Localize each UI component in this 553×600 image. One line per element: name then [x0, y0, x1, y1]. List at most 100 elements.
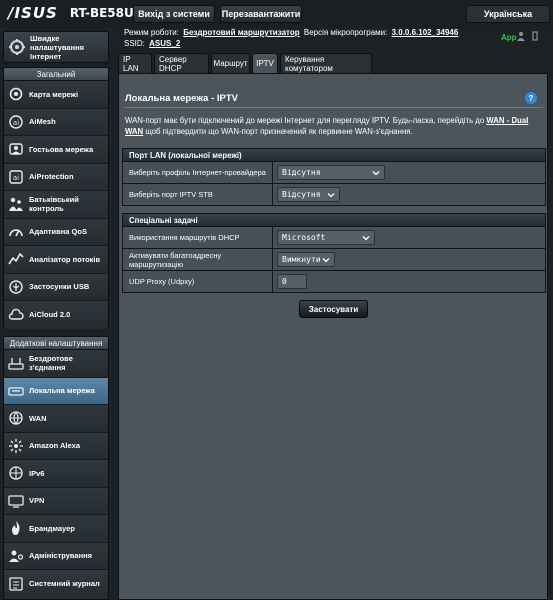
quick-setup-icon: [9, 39, 25, 55]
guest-network-icon: [9, 143, 23, 155]
operation-mode-link[interactable]: Бездротовий маршрутизатор: [183, 28, 299, 37]
sidebar-item-label: Amazon Alexa: [29, 441, 80, 451]
firmware-label: Версія мікропрограми:: [303, 28, 388, 37]
general-menu: Карта мережі ai AiMesh Гостьова мережа a…: [3, 80, 109, 329]
title-divider: [125, 107, 543, 108]
sidebar-item-system-log[interactable]: Системний журнал: [4, 570, 108, 598]
chevron-down-icon: [372, 171, 380, 176]
asus-logo[interactable]: /ISUS RT-BE58U: [8, 4, 134, 22]
general-section-header: Загальний: [3, 67, 109, 81]
logout-button[interactable]: Вихід з системи: [133, 5, 215, 23]
sidebar-item-label: IPv6: [29, 468, 45, 478]
dhcp-routes-select[interactable]: Microsoft: [277, 230, 375, 245]
sidebar-item-firewall[interactable]: Брандмауер: [4, 515, 108, 543]
sidebar-item-wireless[interactable]: Бездротове з'єднання: [4, 350, 108, 378]
sidebar-item-parental-control[interactable]: Батьківський контроль: [4, 191, 108, 219]
firewall-icon: [12, 521, 20, 536]
iptv-stb-port-row: Виберіть порт IPTV STB Відсутня: [122, 184, 546, 206]
multicast-routing-select[interactable]: Вимкнути: [277, 252, 335, 267]
sidebar-item-label: Карта мережі: [29, 89, 79, 99]
operation-mode-label: Режим роботи:: [124, 28, 179, 37]
tab-dhcp-server[interactable]: Сервер DHCP: [154, 53, 209, 73]
advanced-menu: Бездротове з'єднання Локальна мережа WAN…: [3, 349, 109, 600]
sidebar-item-administration[interactable]: Адміністрування: [4, 542, 108, 570]
alexa-icon: [9, 438, 23, 453]
sidebar-item-label: WAN: [29, 413, 47, 423]
traffic-analyzer-icon: [8, 252, 24, 265]
sidebar-item-label: VPN: [29, 496, 45, 506]
tab-switch-control[interactable]: Керування комутатором: [280, 53, 372, 73]
isp-profile-select[interactable]: Відсутня: [277, 165, 385, 180]
sidebar-item-network-map[interactable]: Карта мережі: [4, 81, 108, 109]
sidebar-item-label: Адаптивна QoS: [29, 227, 87, 237]
sidebar-item-label: Застосунки USB: [29, 282, 90, 292]
administration-icon: [9, 550, 24, 562]
info-row-ssid: SSID: ASUS_2: [124, 39, 182, 48]
svg-text:ai: ai: [13, 119, 19, 127]
aiprotection-icon: ai: [9, 170, 23, 184]
aicloud-icon: [8, 308, 24, 320]
wireless-icon: [8, 358, 24, 370]
chevron-down-icon: [322, 258, 330, 263]
ssid-label: SSID:: [124, 39, 145, 48]
sidebar-item-label: Аналізатор потоків: [29, 254, 101, 264]
advanced-section-header: Додаткові налаштування: [3, 336, 109, 350]
sidebar-item-adaptive-qos[interactable]: Адаптивна QoS: [4, 218, 108, 246]
router-model: RT-BE58U: [69, 6, 134, 20]
ipv6-icon: [9, 466, 23, 480]
description-text-start: WAN-порт має бути підключений до мережі …: [125, 116, 487, 125]
svg-text:ai: ai: [13, 174, 19, 182]
brand-logo: /ISUS: [8, 4, 58, 22]
sidebar-item-label: Батьківський контроль: [29, 195, 79, 214]
info-row-mode: Режим роботи: Бездротовий маршрутизатор …: [124, 28, 460, 37]
usb-icon: [9, 280, 23, 294]
lan-tabs: IP LAN Сервер DHCP Маршрут IPTV Керуванн…: [118, 53, 374, 73]
tab-ip-lan[interactable]: IP LAN: [118, 53, 152, 73]
vpn-icon: [8, 495, 24, 508]
sidebar-item-aimesh[interactable]: ai AiMesh: [4, 108, 108, 136]
sidebar-item-aicloud[interactable]: AiCloud 2.0: [4, 301, 108, 329]
wan-icon: [9, 411, 23, 425]
sidebar-item-amazon-alexa[interactable]: Amazon Alexa: [4, 432, 108, 460]
udp-proxy-input[interactable]: [277, 274, 307, 289]
lan-port-section-header: Порт LAN (локальної мережі): [122, 148, 546, 162]
app-link[interactable]: App: [501, 33, 517, 42]
iptv-stb-port-label: Виберіть порт IPTV STB: [123, 184, 273, 205]
iptv-stb-port-value: Відсутня: [282, 190, 321, 199]
sidebar-item-usb-apps[interactable]: Застосунки USB: [4, 273, 108, 301]
sidebar-item-label: Брандмауер: [29, 523, 75, 533]
language-select[interactable]: Українська: [466, 5, 550, 23]
sidebar-item-vpn[interactable]: VPN: [4, 487, 108, 515]
sidebar-item-label: Бездротове з'єднання: [29, 354, 73, 373]
sidebar-item-traffic-analyzer[interactable]: Аналізатор потоків: [4, 246, 108, 274]
qos-icon: [9, 228, 23, 237]
dhcp-routes-value: Microsoft: [282, 233, 326, 242]
tab-iptv[interactable]: IPTV: [252, 53, 278, 73]
firmware-version-link[interactable]: 3.0.0.6.102_34946: [392, 28, 459, 37]
dhcp-routes-row: Використання маршрутів DHCP Microsoft: [122, 227, 546, 249]
chevron-down-icon: [327, 193, 335, 198]
ssid-link[interactable]: ASUS_2: [149, 39, 180, 48]
chevron-down-icon: [362, 236, 370, 241]
tab-route[interactable]: Маршрут: [211, 53, 250, 73]
iptv-stb-port-select[interactable]: Відсутня: [277, 187, 340, 202]
sidebar-item-label: Адміністрування: [29, 551, 93, 561]
status-user-icon[interactable]: [516, 31, 526, 41]
quick-setup-label: Швидке налаштування Інтернет: [30, 33, 85, 61]
sidebar-item-aiprotection[interactable]: ai AiProtection: [4, 163, 108, 191]
apply-button[interactable]: Застосувати: [299, 300, 368, 318]
sidebar-item-label: Гостьова мережа: [29, 144, 94, 154]
sidebar-item-lan[interactable]: Локальна мережа: [4, 377, 108, 405]
quick-setup-button[interactable]: Швидке налаштування Інтернет: [3, 31, 109, 63]
description-text-end: щоб підтвердити що WAN-порт призначений …: [143, 127, 413, 136]
main-panel: Локальна мережа - IPTV ? WAN-порт має бу…: [118, 73, 548, 600]
sidebar-item-wan[interactable]: WAN: [4, 405, 108, 433]
isp-profile-label: Виберіть профіль Інтернет-провайдера: [123, 162, 273, 183]
help-icon[interactable]: ?: [525, 92, 537, 104]
status-icons: [516, 31, 540, 41]
sidebar-item-ipv6[interactable]: IPv6: [4, 460, 108, 488]
status-usb-icon[interactable]: [530, 31, 540, 41]
reboot-button[interactable]: Перезавантажити: [220, 5, 302, 23]
udp-proxy-row: UDP Proxy (Udpxy): [122, 271, 546, 293]
sidebar-item-guest-network[interactable]: Гостьова мережа: [4, 136, 108, 164]
